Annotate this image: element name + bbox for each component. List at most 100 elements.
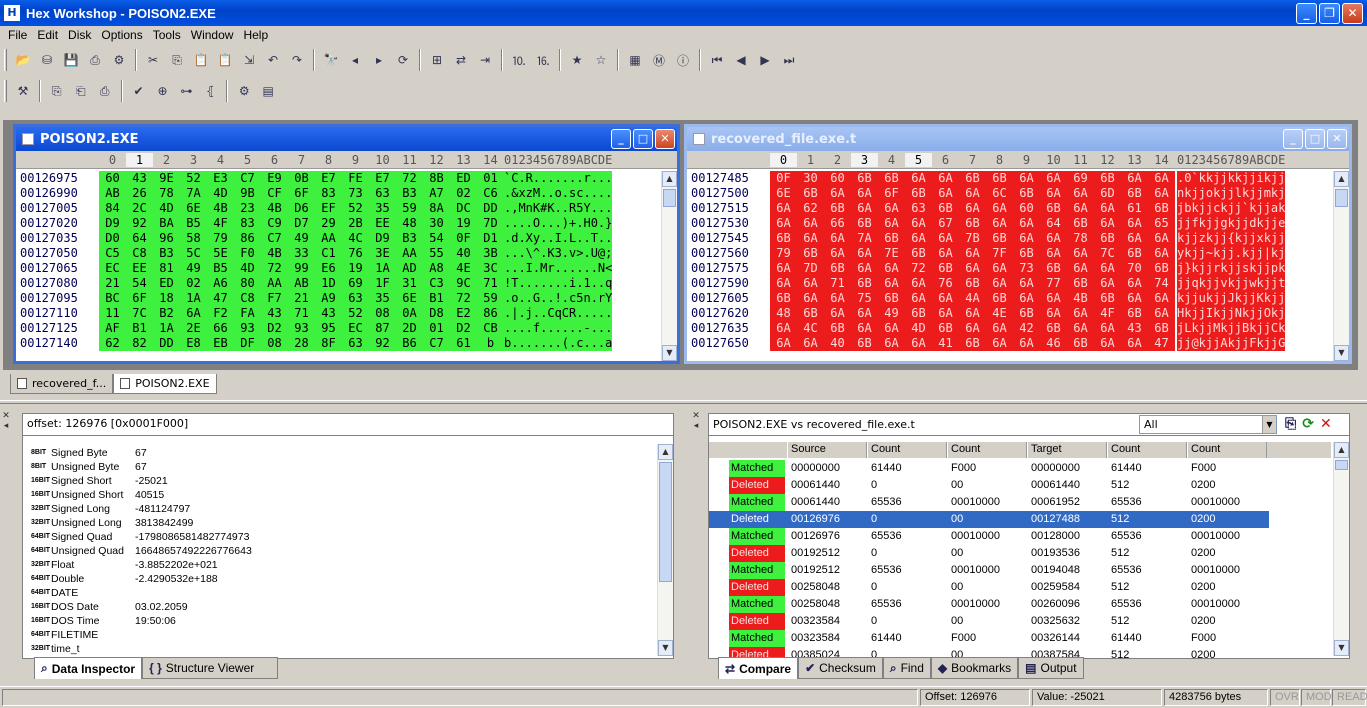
row-bytes[interactable]: AF B1 1A 2E 66 93 D2 93 95 EC 87 2D 01 D2 CB: [99, 321, 504, 336]
row-bytes[interactable]: 6B 6A 6A 75 6B 6A 6A 4A 6B 6A 6A 4B 6B 6A 6A: [770, 291, 1175, 306]
col-target-count-hex[interactable]: Count: [1187, 442, 1267, 458]
inspector-row[interactable]: 32BIT Unsigned Long 3813842499: [25, 516, 653, 530]
row-ascii[interactable]: ....f......-...: [504, 321, 613, 336]
vertical-scrollbar[interactable]: ▲ ▼: [1333, 171, 1349, 361]
row-bytes[interactable]: 62 82 DD E8 EB DF 08 28 8F 63 92 B6 C7 61 b: [99, 336, 504, 351]
hex-row[interactable]: 00127065 EC EE 81 49 B5 4D 72 99 E6 19 1A AD A8 4E 3C..…: [16, 261, 661, 276]
inspector-row[interactable]: 64BIT DATE: [25, 586, 653, 600]
row-ascii[interactable]: ....O...)+.H0.}: [504, 216, 613, 231]
inspector-row[interactable]: 32BIT Signed Long -481124797: [25, 502, 653, 516]
row-bytes[interactable]: 6A 6A 66 6B 6A 6A 67 6B 6A 6A 64 6B 6A 6A 65: [770, 216, 1175, 231]
compare-row[interactable]: Matched 00061440 65536 00010000 00061952 6553…: [709, 494, 1269, 511]
pane-close-button[interactable]: ✕ ◂: [690, 411, 702, 441]
row-ascii[interactable]: jj@kjjAkjjFkjjG: [1177, 336, 1286, 351]
doc-tab-recovered[interactable]: recovered_f...: [10, 374, 114, 394]
row-bytes[interactable]: 6A 6A 40 6B 6A 6A 41 6B 6A 6A 46 6B 6A 6A 47: [770, 336, 1175, 351]
inspector-row[interactable]: 16BIT Unsigned Short 40515: [25, 488, 653, 502]
base10-icon[interactable]: ⒑: [509, 50, 529, 70]
row-bytes[interactable]: 6A 4C 6B 6A 6A 4D 6B 6A 6A 42 6B 6A 6A 43 6B: [770, 321, 1175, 336]
last-icon[interactable]: ⏭: [779, 50, 799, 70]
save-icon[interactable]: 💾: [61, 50, 81, 70]
tab-structure-viewer[interactable]: { } Structure Viewer: [142, 657, 279, 679]
export-icon[interactable]: ⇲: [239, 50, 259, 70]
row-bytes[interactable]: BC 6F 18 1A 47 C8 F7 21 A9 63 35 6E B1 72 59: [99, 291, 504, 306]
menu-tools[interactable]: Tools: [148, 28, 186, 42]
hex-row[interactable]: 00127515 6A 62 6B 6A 6A 63 6B 6A 6A 60 6B 6A 6A 61 6B jb…: [687, 201, 1333, 216]
row-ascii[interactable]: jjfkjjgkjjdkjje: [1177, 216, 1286, 231]
bookmark-add-icon[interactable]: ★: [567, 50, 587, 70]
motorola-icon[interactable]: Ⓜ: [649, 50, 669, 70]
compare-row[interactable]: Matched 00258048 65536 00010000 00260096 6553…: [709, 596, 1269, 613]
properties-icon[interactable]: ⚙: [109, 50, 129, 70]
row-ascii[interactable]: kjjzkjj{kjjxkjj: [1177, 231, 1286, 246]
row-bytes[interactable]: 6B 6A 6A 7A 6B 6A 6A 7B 6B 6A 6A 78 6B 6A 6A: [770, 231, 1175, 246]
hex-row[interactable]: 00127140 62 82 DD E8 EB DF 08 28 8F 63 92 B6 C7 61 b b..…: [16, 336, 661, 351]
compare-row[interactable]: Deleted 00192512 0 00 00193536 512 0200: [709, 545, 1269, 562]
hex-data-view[interactable]: 00127485 0F 30 60 6B 6B 6A 6A 6B 6B 6A 6A 69 6B 6A 6A .0…: [687, 171, 1333, 361]
col-target-count-dec[interactable]: Count: [1107, 442, 1187, 458]
row-ascii[interactable]: ykjj~kjj.kjj|kj: [1177, 246, 1286, 261]
inspector-row[interactable]: 16BIT Signed Short -25021: [25, 474, 653, 488]
row-bytes[interactable]: D0 64 96 58 79 86 C7 49 AA 4C D9 B3 54 0F D1: [99, 231, 504, 246]
row-ascii[interactable]: kjjukjjJkjjKkjj: [1177, 291, 1286, 306]
hex-row[interactable]: 00127080 21 54 ED 02 A6 80 AA AB 1D 69 1F 31 C3 9C 71 !T…: [16, 276, 661, 291]
tab-checksum[interactable]: ✔ Checksum: [798, 657, 883, 679]
inspector-row[interactable]: 16BIT DOS Date 03.02.2059: [25, 600, 653, 614]
tab-output[interactable]: ▤ Output: [1018, 657, 1084, 679]
compare-row[interactable]: Deleted 00126976 0 00 00127488 512 0200: [709, 511, 1269, 528]
hex-row[interactable]: 00127650 6A 6A 40 6B 6A 6A 41 6B 6A 6A 46 6B 6A 6A 47 jj…: [687, 336, 1333, 351]
refresh-icon[interactable]: ⟳: [1302, 416, 1314, 432]
hex-row[interactable]: 00127095 BC 6F 18 1A 47 C8 F7 21 A9 63 35 6E B1 72 59 .o…: [16, 291, 661, 306]
checksum-icon[interactable]: ✔: [129, 81, 149, 101]
row-ascii[interactable]: jbkjjckjj`kjjak: [1177, 201, 1286, 216]
row-bytes[interactable]: 6A 62 6B 6A 6A 63 6B 6A 6A 60 6B 6A 6A 61 6B: [770, 201, 1175, 216]
compare-icon[interactable]: ⇄: [451, 50, 471, 70]
compare-row[interactable]: Matched 00323584 61440 F000 00326144 61440 F00…: [709, 630, 1269, 647]
row-ascii[interactable]: j}kjjrkjjskjjpk: [1177, 261, 1286, 276]
hex-data-view[interactable]: 00126975 60 43 9E 52 E3 C7 E9 0B E7 FE E7 72 8B ED 01 `C…: [16, 171, 661, 361]
row-bytes[interactable]: 0F 30 60 6B 6B 6A 6A 6B 6B 6A 6A 69 6B 6A 6A: [770, 171, 1175, 186]
redo-icon[interactable]: ↷: [287, 50, 307, 70]
hex-row[interactable]: 00127500 6E 6B 6A 6A 6F 6B 6A 6A 6C 6B 6A 6A 6D 6B 6A nk…: [687, 186, 1333, 201]
pane-splitter[interactable]: [0, 400, 1367, 404]
compare-results-list[interactable]: Matched 00000000 61440 F000 00000000 61440 F00…: [709, 460, 1331, 658]
calculator-icon[interactable]: ▤: [258, 81, 278, 101]
close-button[interactable]: ✕: [1342, 3, 1363, 24]
menu-window[interactable]: Window: [186, 28, 239, 42]
menu-edit[interactable]: Edit: [32, 28, 63, 42]
hammer-icon[interactable]: ⚒: [13, 81, 33, 101]
brackets-icon[interactable]: ⦃: [200, 81, 220, 101]
menu-help[interactable]: Help: [238, 28, 273, 42]
bookmark-icon[interactable]: ☆: [591, 50, 611, 70]
window-close-button[interactable]: ✕: [1327, 129, 1347, 149]
hex-row[interactable]: 00127110 11 7C B2 6A F2 FA 43 71 43 52 08 0A D8 E2 86 .|…: [16, 306, 661, 321]
vertical-scrollbar[interactable]: ▲ ▼: [657, 444, 673, 656]
row-ascii[interactable]: .,MnK#K..R5Y...: [504, 201, 613, 216]
vertical-scrollbar[interactable]: ▲ ▼: [1333, 442, 1349, 656]
window-maximize-button[interactable]: □: [633, 129, 653, 149]
next-icon[interactable]: ▶: [755, 50, 775, 70]
hex-row[interactable]: 00127485 0F 30 60 6B 6B 6A 6A 6B 6B 6A 6A 69 6B 6A 6A .0…: [687, 171, 1333, 186]
window-minimize-button[interactable]: _: [611, 129, 631, 149]
row-bytes[interactable]: 11 7C B2 6A F2 FA 43 71 43 52 08 0A D8 E2 86: [99, 306, 504, 321]
structure-icon[interactable]: ▦: [625, 50, 645, 70]
first-icon[interactable]: ⏮: [707, 50, 727, 70]
hex-row[interactable]: 00127035 D0 64 96 58 79 86 C7 49 AA 4C D9 B3 54 0F D1 .d…: [16, 231, 661, 246]
close-icon[interactable]: ✕: [1320, 416, 1332, 432]
row-ascii[interactable]: b.......(.c...a: [504, 336, 613, 351]
row-ascii[interactable]: ...\^.K3.v>.U@;: [504, 246, 613, 261]
hex-row[interactable]: 00127620 48 6B 6A 6A 49 6B 6A 6A 4E 6B 6A 6A 4F 6B 6A Hk…: [687, 306, 1333, 321]
compare-row[interactable]: Deleted 00323584 0 00 00325632 512 0200: [709, 613, 1269, 630]
hex-row[interactable]: 00127125 AF B1 1A 2E 66 93 D2 93 95 EC 87 2D 01 D2 CB..…: [16, 321, 661, 336]
find-next-icon[interactable]: ▸: [369, 50, 389, 70]
tab-data-inspector[interactable]: ⌕ Data Inspector: [34, 657, 143, 679]
undo-icon[interactable]: ↶: [263, 50, 283, 70]
settings-icon[interactable]: ⚙: [234, 81, 254, 101]
open-folder-icon[interactable]: 📂: [13, 50, 33, 70]
row-bytes[interactable]: EC EE 81 49 B5 4D 72 99 E6 19 1A AD A8 4E 3C: [99, 261, 504, 276]
hex-row[interactable]: 00127635 6A 4C 6B 6A 6A 4D 6B 6A 6A 42 6B 6A 6A 43 6B jL…: [687, 321, 1333, 336]
col-target[interactable]: Target: [1027, 442, 1107, 458]
col-source[interactable]: Source: [787, 442, 867, 458]
row-ascii[interactable]: `C.R.......r...: [504, 171, 613, 186]
compare-row[interactable]: Deleted 00061440 0 00 00061440 512 0200: [709, 477, 1269, 494]
